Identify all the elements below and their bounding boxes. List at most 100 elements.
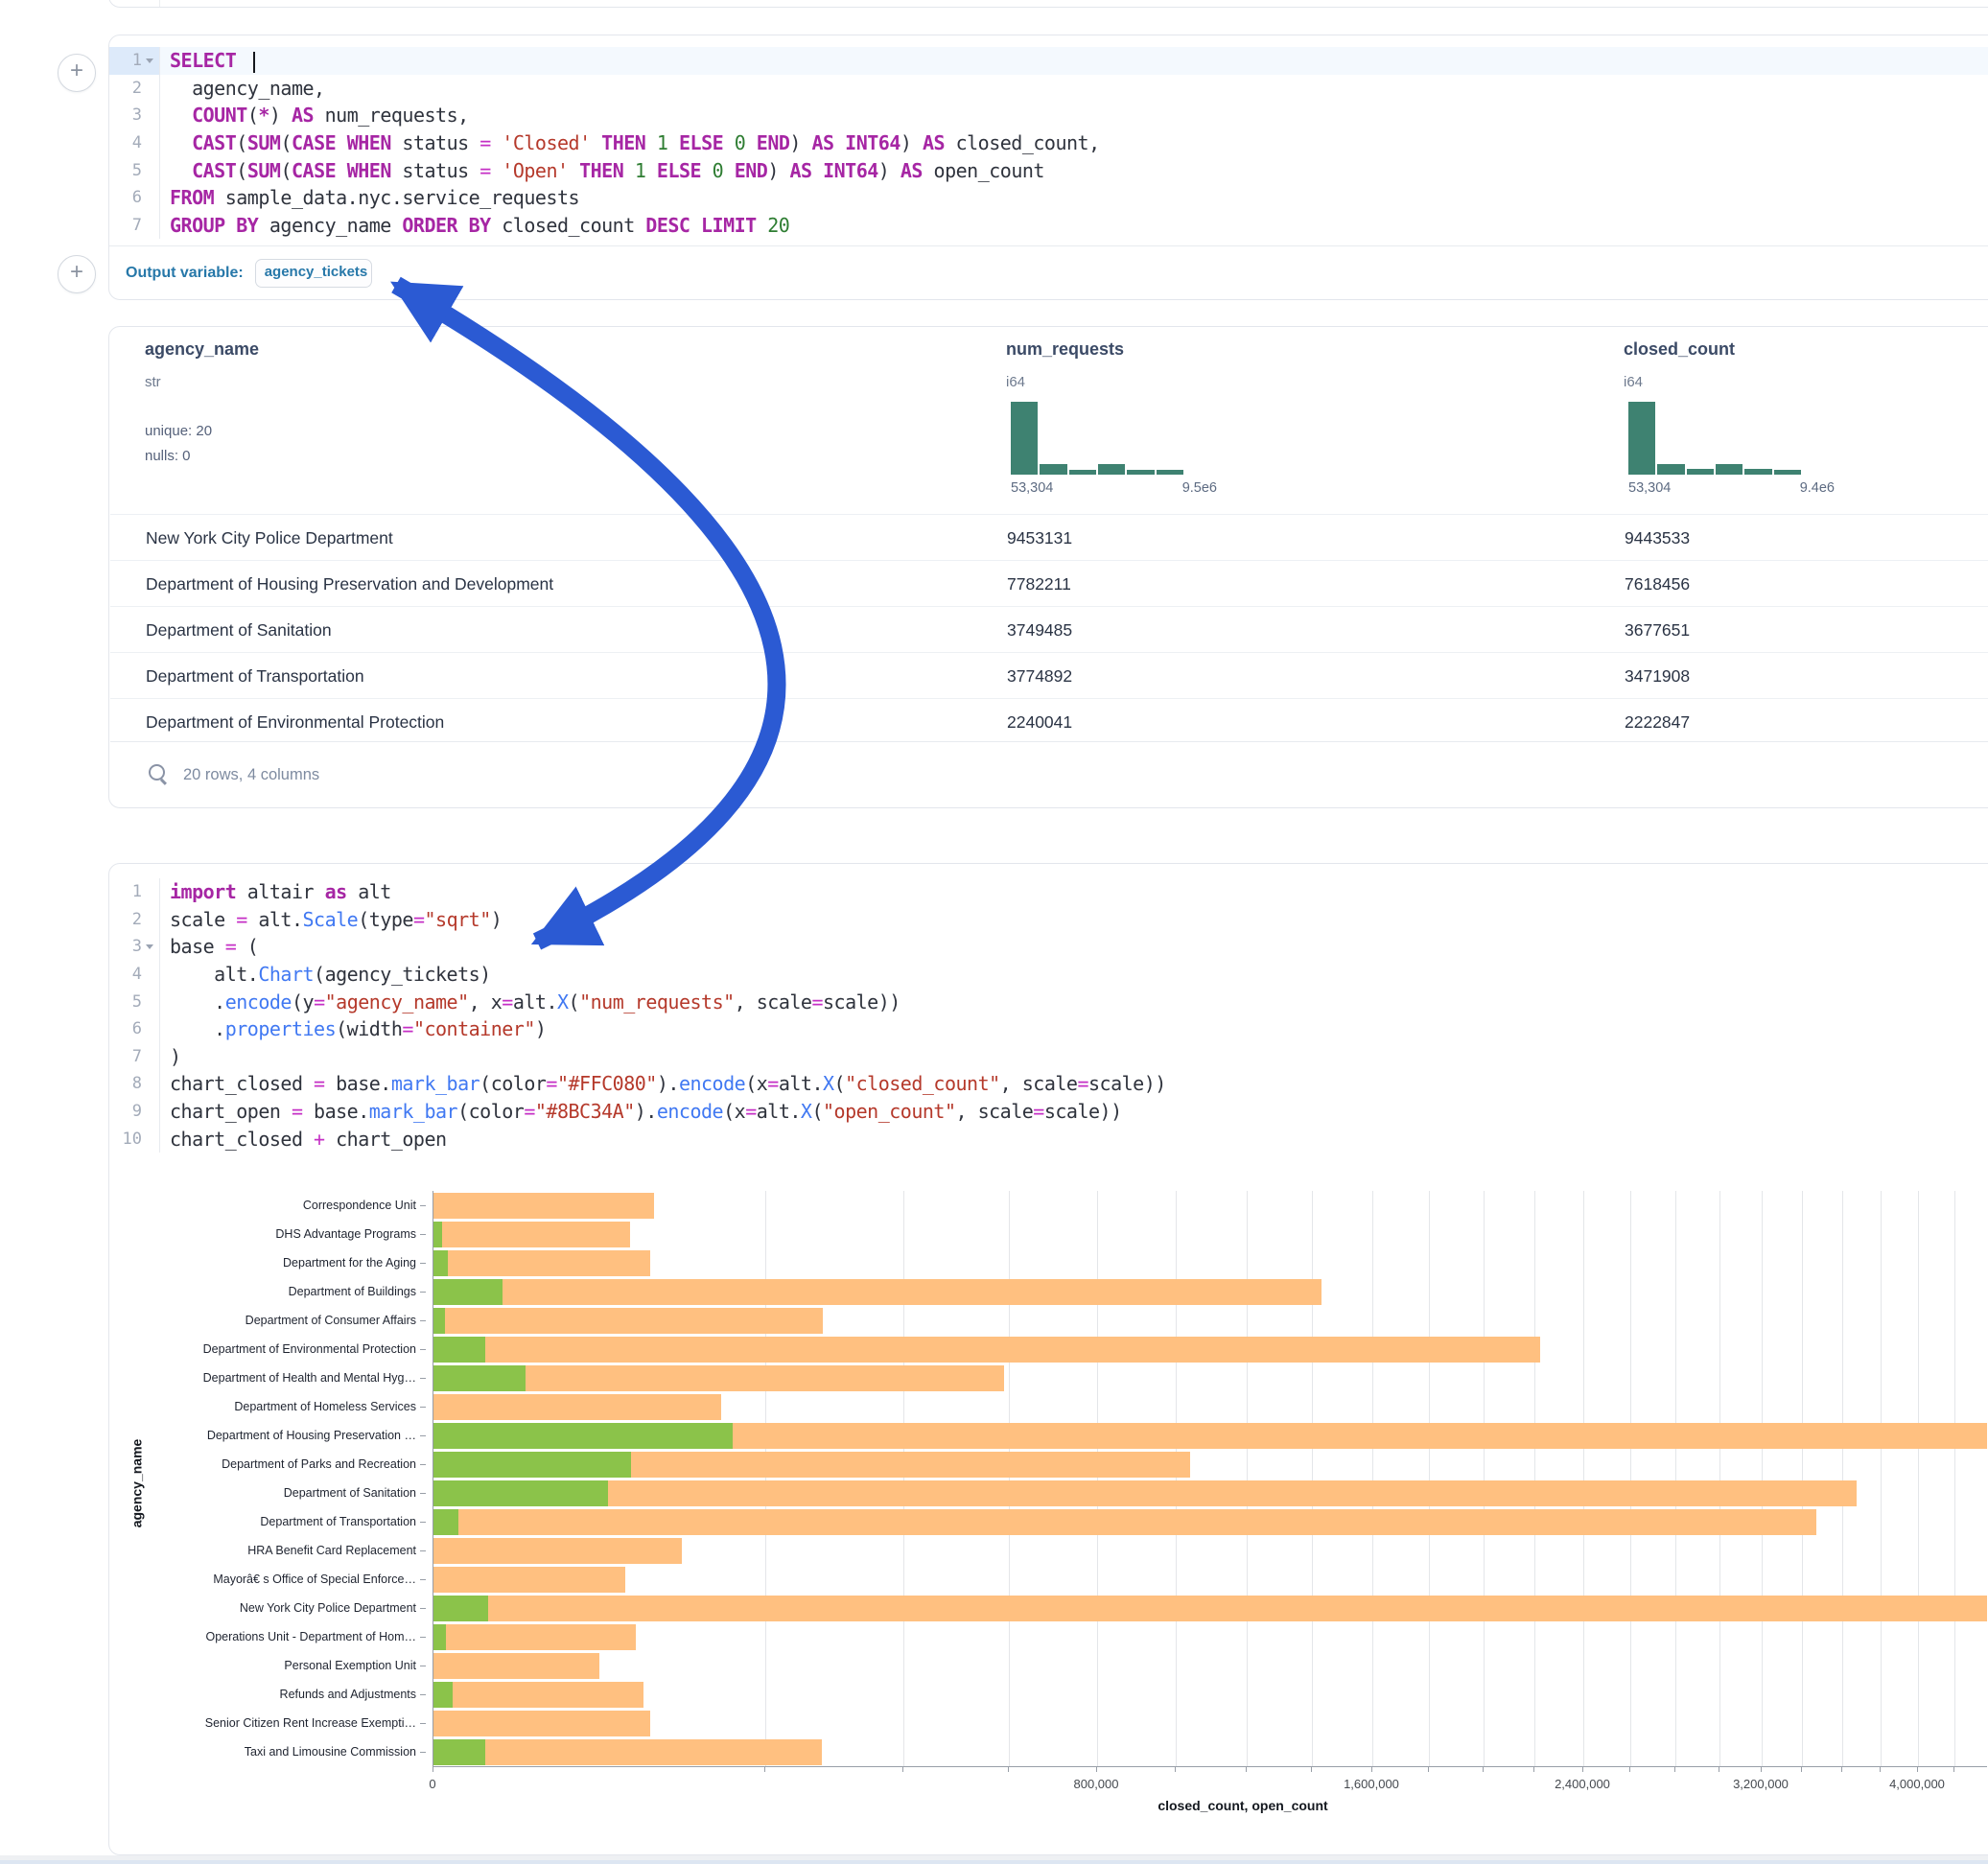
table-cell: Department of Housing Preservation and D… [146, 574, 553, 594]
table-cell: Department of Sanitation [146, 620, 332, 641]
bar-row [433, 1394, 1987, 1420]
bar-closed-count [433, 1250, 650, 1276]
column-histogram [1628, 402, 1801, 475]
output-variable-label: Output variable: [126, 265, 244, 282]
gridline [1762, 1191, 1763, 1766]
search-icon[interactable] [149, 764, 170, 785]
table-footer: 20 rows, 4 columns [110, 741, 1988, 807]
line-number: 4 [132, 133, 142, 152]
bar-closed-count [433, 1337, 1540, 1363]
x-axis-tick [1629, 1766, 1630, 1772]
table-cell: 2240041 [1007, 712, 1072, 733]
y-axis-label: Department of Parks and Recreation [109, 1450, 426, 1479]
bar-closed-count [433, 1739, 822, 1765]
table-cell: 3471908 [1625, 666, 1690, 687]
bar-open-count [433, 1480, 608, 1506]
gridline [1097, 1191, 1098, 1766]
gridline [903, 1191, 904, 1766]
add-cell-button-top[interactable]: + [58, 54, 96, 92]
code-line: 9chart_open = base.mark_bar(color="#8BC3… [109, 1098, 1988, 1126]
y-axis-label: Department of Environmental Protection [109, 1335, 426, 1363]
chevron-down-icon[interactable] [146, 58, 153, 63]
bar-open-count [433, 1596, 488, 1621]
bar-row [433, 1279, 1987, 1305]
bar-open-count [433, 1682, 453, 1708]
x-axis-tick-label: 2,400,000 [1555, 1777, 1610, 1791]
bar-row [433, 1682, 1987, 1708]
output-variable-input[interactable]: agency_tickets [255, 259, 372, 288]
previous-cell-gutter-line [159, 0, 160, 7]
bar-row [433, 1538, 1987, 1564]
y-axis-label: HRA Benefit Card Replacement [109, 1536, 426, 1565]
x-axis-tick-label: 4,000,000 [1889, 1777, 1945, 1791]
bar-open-count [433, 1739, 485, 1765]
histogram-min-label: 53,304 [1628, 480, 1671, 496]
bar-row [433, 1653, 1987, 1679]
python-code-editor[interactable]: 1import altair as alt2scale = alt.Scale(… [109, 878, 1988, 1153]
add-cell-button-middle[interactable]: + [58, 255, 96, 293]
code-line: 10chart_closed + chart_open [109, 1125, 1988, 1153]
code-line: 8chart_closed = base.mark_bar(color="#FF… [109, 1070, 1988, 1098]
y-axis-label: Department for the Aging [109, 1248, 426, 1277]
x-axis-tick [1246, 1766, 1247, 1772]
gridline [1176, 1191, 1177, 1766]
x-axis-tick-label: 3,200,000 [1733, 1777, 1789, 1791]
column-name: num_requests [1006, 339, 1124, 360]
bar-row [433, 1365, 1987, 1391]
y-axis-label: Personal Exemption Unit [109, 1651, 426, 1680]
x-axis-tick [1953, 1766, 1954, 1772]
x-axis-tick [1483, 1766, 1484, 1772]
gridline [1247, 1191, 1248, 1766]
result-table: agency_namestrunique: 20nulls: 0num_requ… [108, 326, 1988, 808]
x-axis-tick-label: 800,000 [1074, 1777, 1119, 1791]
y-axis-label: Operations Unit - Department of Hom… [109, 1622, 426, 1651]
plus-icon: + [70, 259, 83, 285]
table-row[interactable]: New York City Police Department945313194… [110, 514, 1988, 561]
table-cell: Department of Environmental Protection [146, 712, 444, 733]
table-row[interactable]: Department of Sanitation37494853677651 [110, 606, 1988, 653]
gridline [1534, 1191, 1535, 1766]
table-row[interactable]: Department of Housing Preservation and D… [110, 560, 1988, 607]
table-cell: 3774892 [1007, 666, 1072, 687]
x-axis-tick [764, 1766, 765, 1772]
table-row[interactable]: Department of Environmental Protection 22… [110, 698, 1988, 745]
line-number: 9 [132, 1102, 142, 1121]
line-number: 3 [132, 105, 142, 125]
table-cell: 9443533 [1625, 528, 1690, 548]
column-stat: nulls: 0 [145, 444, 191, 469]
line-number: 7 [132, 1047, 142, 1066]
table-cell: 7782211 [1007, 574, 1071, 594]
gridline [1802, 1191, 1803, 1766]
bar-closed-count [433, 1567, 625, 1593]
bar-closed-count [433, 1279, 1321, 1305]
x-axis-tick [902, 1766, 903, 1772]
code-line: 3 COUNT(*) AS num_requests, [109, 102, 1988, 129]
line-number: 6 [132, 1019, 142, 1038]
gridline [1583, 1191, 1584, 1766]
code-line: 1SELECT [109, 47, 1988, 75]
table-row[interactable]: Department of Transportation377489234719… [110, 652, 1988, 699]
bar-open-count [433, 1337, 485, 1363]
sql-code-editor[interactable]: 1SELECT 2 agency_name,3 COUNT(*) AS num_… [109, 47, 1988, 239]
gridline [1009, 1191, 1010, 1766]
code-line: 6FROM sample_data.nyc.service_requests [109, 184, 1988, 212]
next-cell-top-edge [0, 1860, 1988, 1864]
x-axis-tick [1841, 1766, 1842, 1772]
chevron-down-icon[interactable] [146, 944, 153, 949]
bar-open-count [433, 1308, 445, 1334]
x-axis-tick [1096, 1766, 1097, 1772]
x-axis-tick [1582, 1766, 1583, 1772]
bar-closed-count [433, 1538, 682, 1564]
bar-closed-count [433, 1308, 823, 1334]
line-number: 7 [132, 216, 142, 235]
code-line: 7GROUP BY agency_name ORDER BY closed_co… [109, 212, 1988, 240]
chart-x-axis-title: closed_count, open_count [1158, 1798, 1327, 1813]
row-column-count: 20 rows, 4 columns [183, 766, 319, 784]
x-axis-tick-label: 1,600,000 [1344, 1777, 1399, 1791]
y-axis-label: New York City Police Department [109, 1594, 426, 1622]
line-number: 1 [132, 51, 142, 70]
y-axis-label: Correspondence Unit [109, 1191, 426, 1220]
x-axis-tick [1801, 1766, 1802, 1772]
gridline [1429, 1191, 1430, 1766]
column-type: i64 [1006, 374, 1025, 390]
